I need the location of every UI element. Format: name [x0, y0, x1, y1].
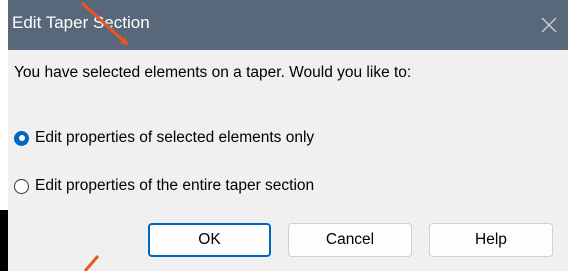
option-selected-elements-only[interactable]: Edit properties of selected elements onl…: [14, 129, 314, 147]
cancel-button[interactable]: Cancel: [288, 223, 412, 257]
dialog-prompt: You have selected elements on a taper. W…: [14, 64, 412, 81]
screen: Edit Taper Section You have selected ele…: [0, 0, 568, 271]
help-button[interactable]: Help: [429, 223, 553, 257]
close-icon: [540, 16, 558, 34]
edit-taper-section-dialog: Edit Taper Section You have selected ele…: [8, 0, 568, 271]
option-entire-taper-section[interactable]: Edit properties of the entire taper sect…: [14, 177, 314, 195]
ok-button[interactable]: OK: [148, 223, 271, 257]
dialog-title: Edit Taper Section: [12, 13, 150, 32]
radio-selected[interactable]: [14, 130, 29, 146]
close-button[interactable]: [532, 8, 566, 42]
option-label: Edit properties of selected elements onl…: [35, 129, 315, 146]
radio-unselected[interactable]: [14, 178, 29, 194]
option-label: Edit properties of the entire taper sect…: [35, 177, 315, 194]
dialog-titlebar[interactable]: Edit Taper Section: [8, 0, 568, 50]
